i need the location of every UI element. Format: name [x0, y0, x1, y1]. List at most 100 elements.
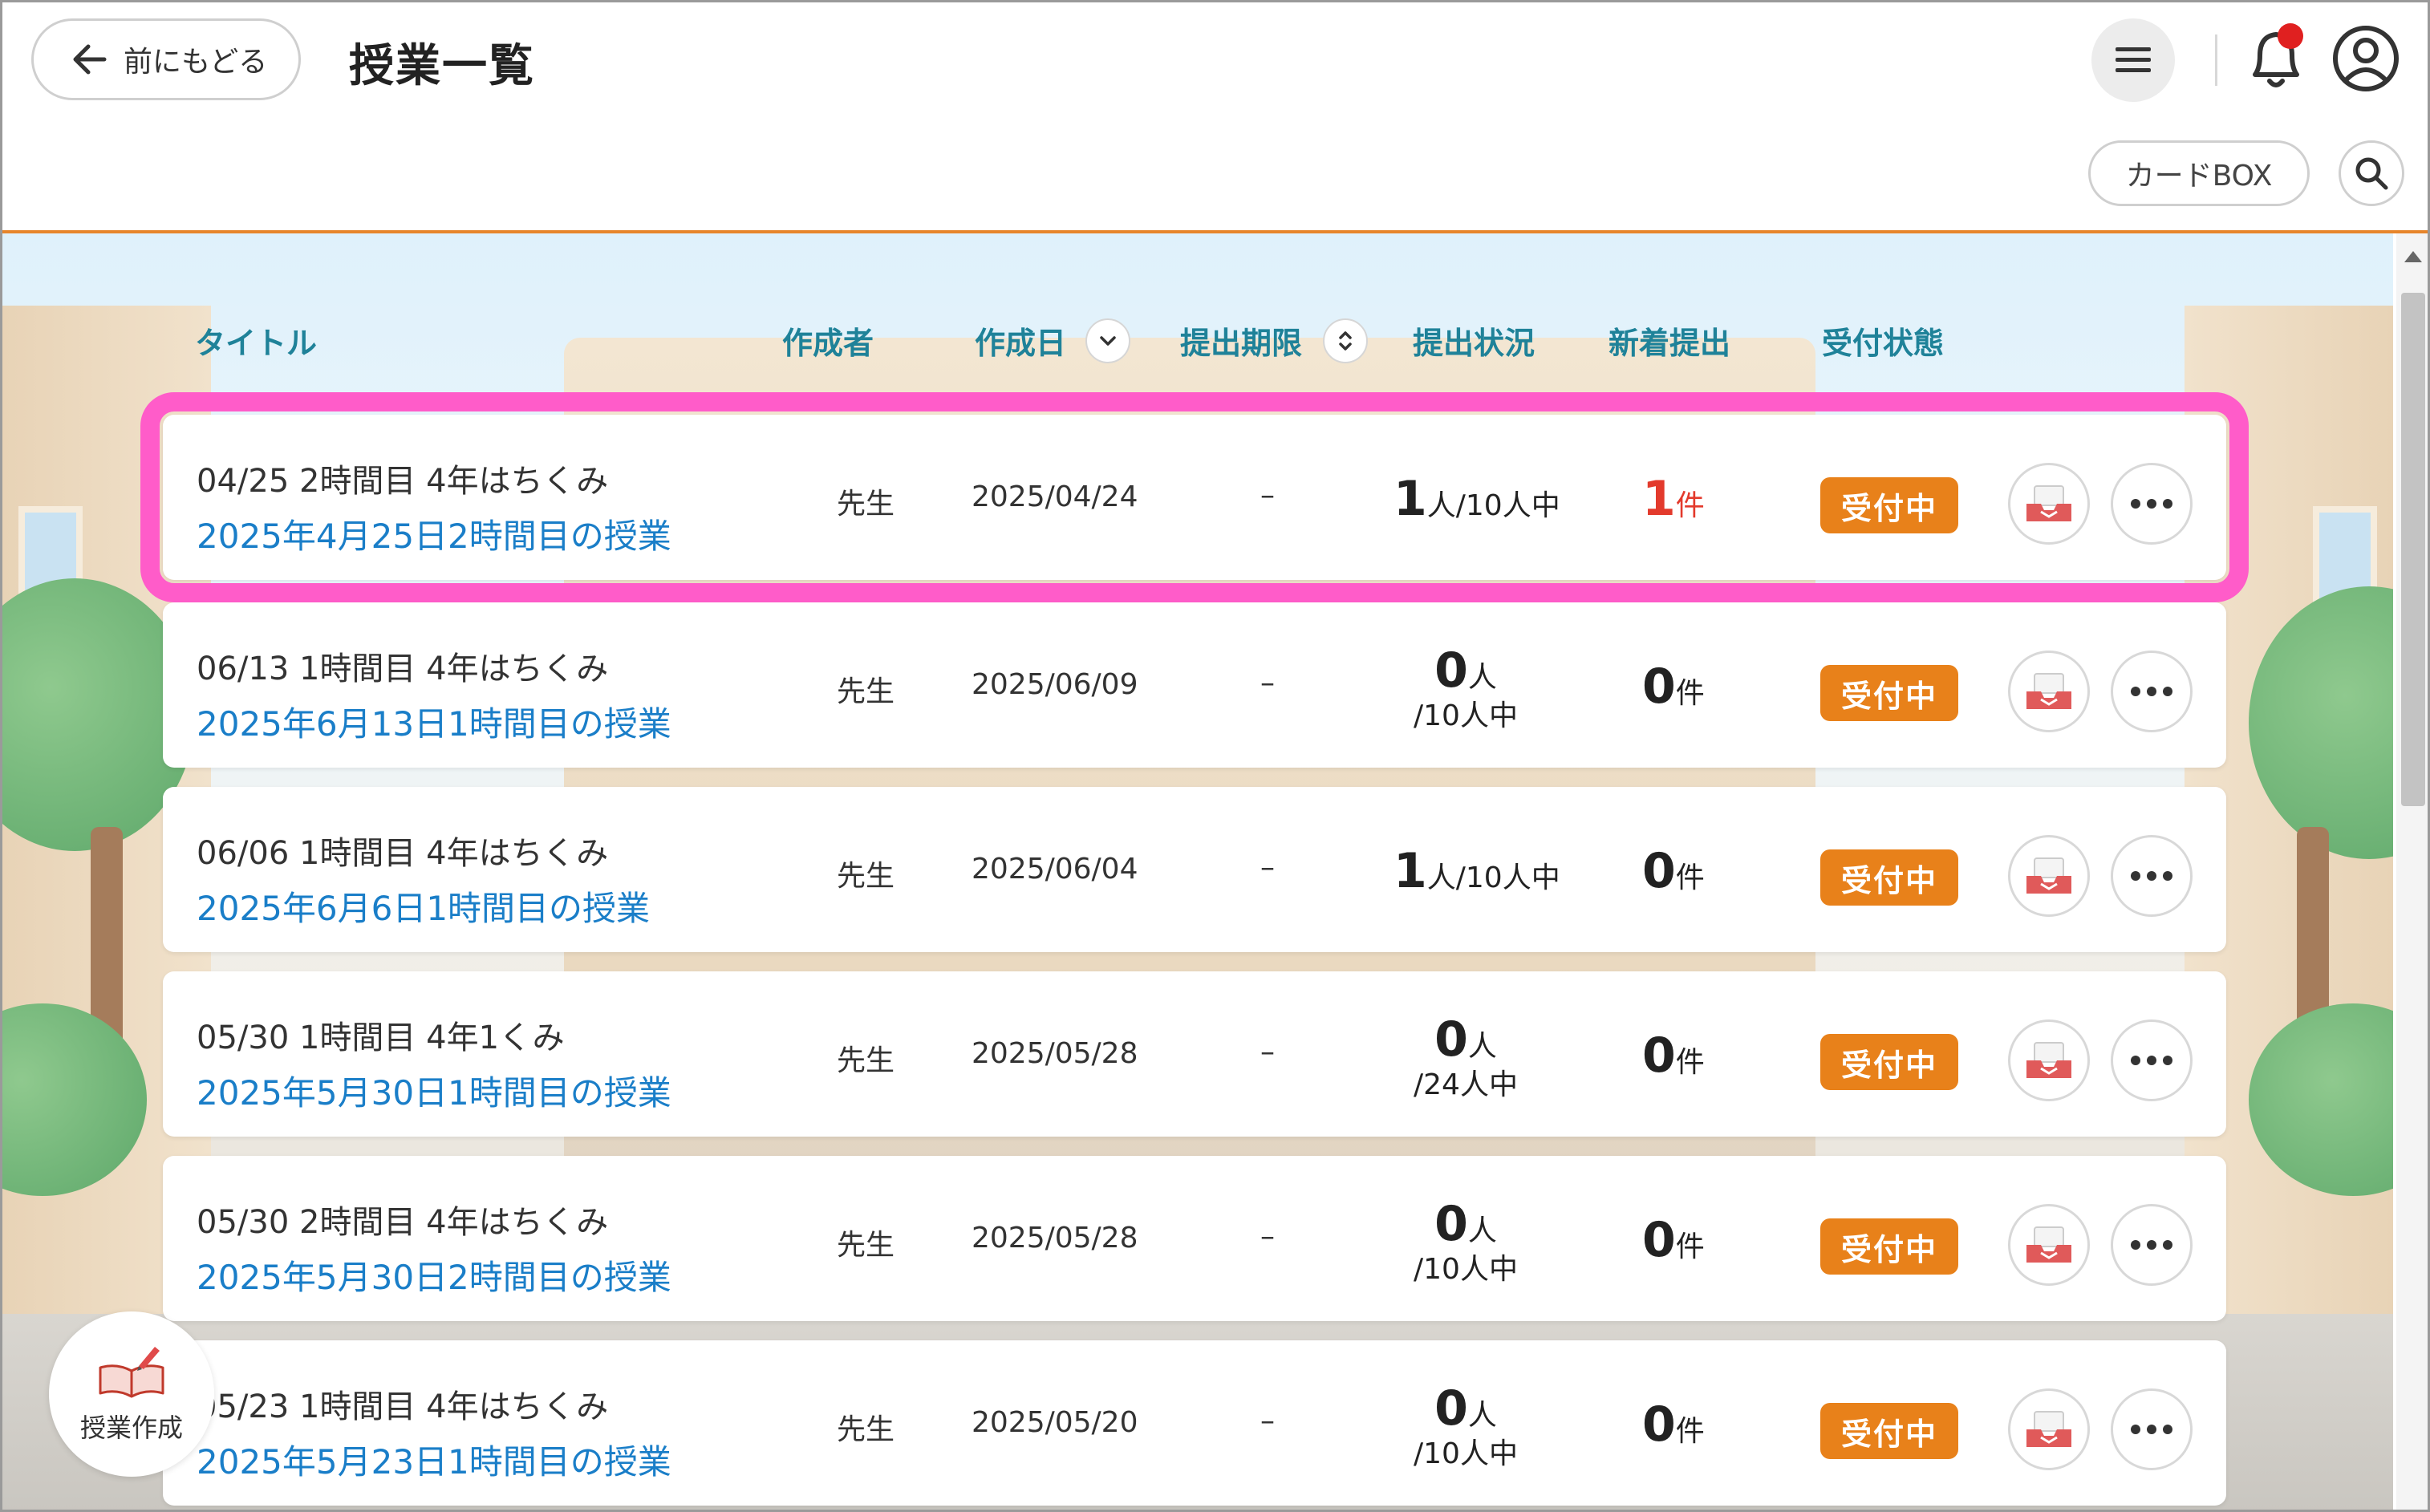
- submission-unit: 人: [1426, 489, 1456, 522]
- lesson-created-date: 2025/05/28: [972, 1222, 1138, 1255]
- new-submission-unit: 件: [1675, 1415, 1705, 1448]
- inbox-button[interactable]: [2008, 463, 2090, 545]
- submission-count: 0: [1434, 1380, 1468, 1437]
- new-submission: 1件: [1642, 471, 1705, 527]
- notifications-button[interactable]: [2244, 22, 2308, 94]
- menu-button[interactable]: [2091, 18, 2175, 102]
- lesson-row[interactable]: 05/30 2時間目 4年はちくみ 2025年5月30日2時間目の授業 先生 2…: [163, 1156, 2226, 1321]
- submission-unit: 人: [1467, 1214, 1497, 1247]
- submission-status: 0人 /24人中: [1393, 1011, 1538, 1103]
- column-header-title: タイトル: [195, 326, 318, 361]
- account-button[interactable]: [2331, 23, 2401, 94]
- more-options-button[interactable]: [2111, 651, 2193, 732]
- inbox-tray-icon: [2026, 857, 2071, 894]
- lesson-row[interactable]: 04/25 2時間目 4年はちくみ 2025年4月25日2時間目の授業 先生 2…: [140, 392, 2249, 602]
- more-options-button[interactable]: [2111, 463, 2193, 545]
- submission-total: /10人中: [1414, 1437, 1518, 1470]
- new-submission-count: 1: [1642, 471, 1676, 527]
- sort-deadline-button[interactable]: [1323, 318, 1368, 363]
- cardbox-button[interactable]: カードBOX: [2088, 140, 2310, 206]
- lesson-deadline: –: [1260, 1220, 1275, 1253]
- arrow-left-icon: [73, 44, 107, 75]
- notification-dot: [2278, 23, 2303, 49]
- more-horizontal-icon: [2131, 871, 2172, 881]
- inbox-button[interactable]: [2008, 1019, 2090, 1101]
- submission-count: 0: [1434, 1011, 1468, 1068]
- lesson-subtitle: 06/13 1時間目 4年はちくみ: [197, 651, 609, 687]
- column-header-status: 提出状況: [1413, 326, 1535, 361]
- accepting-status-badge: 受付中: [1820, 477, 1958, 533]
- search-button[interactable]: [2339, 140, 2404, 206]
- lesson-subtitle: 06/06 1時間目 4年はちくみ: [197, 835, 609, 872]
- create-lesson-button[interactable]: 授業作成: [49, 1311, 214, 1477]
- more-options-button[interactable]: [2111, 1388, 2193, 1470]
- column-header-created: 作成日: [975, 326, 1067, 361]
- create-lesson-label: 授業作成: [79, 1413, 183, 1443]
- submission-total: /10人中: [1455, 861, 1560, 894]
- inbox-button[interactable]: [2008, 651, 2090, 732]
- more-options-button[interactable]: [2111, 835, 2193, 917]
- more-options-button[interactable]: [2111, 1204, 2193, 1286]
- new-submission: 0件: [1642, 1396, 1705, 1453]
- lesson-created-date: 2025/06/04: [972, 853, 1138, 886]
- more-horizontal-icon: [2131, 1056, 2172, 1065]
- new-submission-unit: 件: [1675, 489, 1705, 522]
- new-submission-count: 0: [1642, 843, 1676, 899]
- new-submission-count: 0: [1642, 1212, 1676, 1268]
- more-options-button[interactable]: [2111, 1019, 2193, 1101]
- header-divider: [2215, 34, 2217, 86]
- top-bar: 前にもどる 授業一覧 カードBOX: [2, 2, 2428, 235]
- submission-total: /10人中: [1455, 489, 1560, 522]
- inbox-tray-icon: [2026, 1226, 2071, 1263]
- lesson-deadline: –: [1260, 667, 1275, 699]
- back-button-label: 前にもどる: [124, 46, 268, 79]
- lesson-row[interactable]: 05/23 1時間目 4年はちくみ 2025年5月23日1時間目の授業 先生 2…: [163, 1340, 2226, 1506]
- more-horizontal-icon: [2131, 499, 2172, 509]
- accepting-status-badge: 受付中: [1820, 1034, 1958, 1090]
- user-account-icon: [2333, 26, 2399, 91]
- accepting-status-badge: 受付中: [1820, 1218, 1958, 1275]
- lesson-deadline: –: [1260, 1405, 1275, 1437]
- submission-status: 1人/10人中: [1393, 843, 1560, 899]
- new-submission-count: 0: [1642, 1028, 1676, 1084]
- inbox-button[interactable]: [2008, 1204, 2090, 1286]
- lesson-row[interactable]: 06/13 1時間目 4年はちくみ 2025年6月13日1時間目の授業 先生 2…: [163, 602, 2226, 768]
- lesson-title-link[interactable]: 2025年6月13日1時間目の授業: [197, 697, 671, 746]
- search-icon: [2355, 157, 2388, 190]
- accepting-status-badge: 受付中: [1820, 1403, 1958, 1459]
- new-submission-unit: 件: [1675, 677, 1705, 710]
- lesson-title-link[interactable]: 2025年4月25日2時間目の授業: [197, 509, 671, 558]
- submission-count: 0: [1434, 642, 1468, 699]
- lesson-title-link[interactable]: 2025年6月6日1時間目の授業: [197, 882, 650, 930]
- lesson-title-link[interactable]: 2025年5月23日1時間目の授業: [197, 1435, 671, 1484]
- submission-unit: 人: [1467, 1030, 1497, 1063]
- submission-total: /10人中: [1414, 1253, 1518, 1286]
- scroll-up-arrow[interactable]: [2404, 251, 2422, 262]
- lesson-title-link[interactable]: 2025年5月30日1時間目の授業: [197, 1066, 671, 1115]
- column-header-deadline: 提出期限: [1180, 326, 1303, 361]
- lesson-creator: 先生: [837, 1229, 895, 1262]
- new-submission: 0件: [1642, 1212, 1705, 1268]
- more-horizontal-icon: [2131, 1240, 2172, 1250]
- lesson-row[interactable]: 05/30 1時間目 4年1くみ 2025年5月30日1時間目の授業 先生 20…: [163, 971, 2226, 1137]
- lesson-deadline: –: [1260, 479, 1275, 512]
- column-header-accept: 受付状態: [1822, 326, 1945, 361]
- new-submission-unit: 件: [1675, 1230, 1705, 1263]
- submission-unit: 人: [1467, 1399, 1497, 1432]
- submission-count: 1: [1393, 843, 1427, 899]
- scrollbar-thumb[interactable]: [2401, 293, 2425, 806]
- submission-status: 0人 /10人中: [1393, 1196, 1538, 1287]
- back-button[interactable]: 前にもどる: [31, 18, 301, 100]
- lesson-row[interactable]: 06/06 1時間目 4年はちくみ 2025年6月6日1時間目の授業 先生 20…: [163, 787, 2226, 952]
- inbox-button[interactable]: [2008, 835, 2090, 917]
- inbox-tray-icon: [2026, 1042, 2071, 1078]
- lesson-title-link[interactable]: 2025年5月30日2時間目の授業: [197, 1251, 671, 1299]
- new-submission-unit: 件: [1675, 861, 1705, 894]
- lesson-deadline: –: [1260, 1036, 1275, 1068]
- sort-created-button[interactable]: [1085, 318, 1130, 363]
- submission-count: 0: [1434, 1196, 1468, 1252]
- new-submission: 0件: [1642, 1028, 1705, 1084]
- lesson-creator: 先生: [837, 1413, 895, 1446]
- app-window: 前にもどる 授業一覧 カードBOX タイトル 作成者 作成日 提出期限 提出状況…: [0, 0, 2430, 1512]
- inbox-button[interactable]: [2008, 1388, 2090, 1470]
